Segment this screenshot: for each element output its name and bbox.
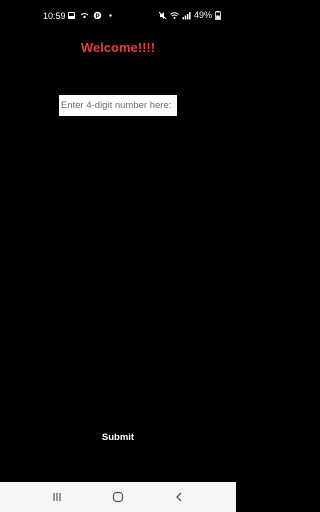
dot-icon — [106, 11, 115, 20]
screen: 10:59 P 49% Welcome!!!! Enter 4-digit nu… — [0, 0, 236, 512]
home-icon[interactable] — [111, 490, 125, 504]
svg-text:P: P — [95, 14, 99, 20]
pin-input[interactable] — [59, 95, 177, 116]
status-right-icons: 49% — [158, 10, 224, 20]
gallery-icon — [67, 11, 76, 20]
pinterest-icon: P — [93, 11, 102, 20]
status-time: 10:59 — [43, 11, 66, 21]
status-bar: 10:59 P 49% — [0, 0, 236, 32]
recent-apps-icon[interactable] — [50, 490, 64, 504]
signal-icon — [182, 11, 191, 20]
status-left-icons: P — [67, 11, 115, 20]
navigation-bar — [0, 482, 236, 512]
battery-icon — [215, 10, 224, 20]
mute-icon — [158, 11, 167, 20]
submit-button[interactable]: Submit — [88, 428, 148, 446]
back-icon[interactable] — [172, 490, 186, 504]
battery-percent: 49% — [193, 10, 212, 20]
wifi-icon — [170, 11, 179, 20]
wifi-calling-icon — [80, 11, 89, 20]
welcome-title: Welcome!!!! — [80, 40, 156, 55]
